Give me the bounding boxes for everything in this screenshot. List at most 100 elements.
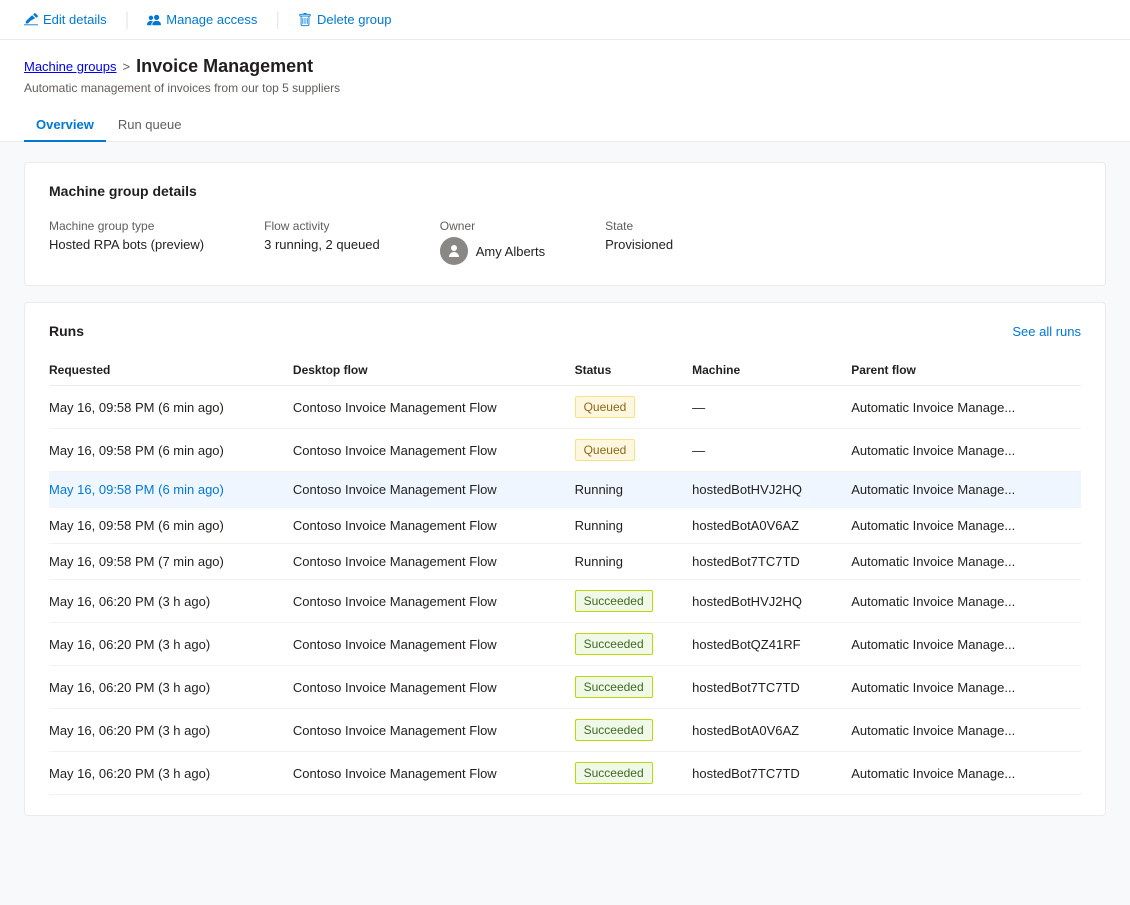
cell-parent-flow: Automatic Invoice Manage...: [851, 472, 1081, 508]
cell-status: Queued: [575, 386, 693, 429]
detail-owner: Owner Amy Alberts: [440, 219, 545, 265]
cell-status: Succeeded: [575, 709, 693, 752]
delete-group-label: Delete group: [317, 12, 391, 27]
table-row[interactable]: May 16, 09:58 PM (6 min ago)Contoso Invo…: [49, 386, 1081, 429]
cell-requested: May 16, 09:58 PM (6 min ago): [49, 429, 293, 472]
cell-status: Running: [575, 544, 693, 580]
cell-desktop-flow: Contoso Invoice Management Flow: [293, 752, 575, 795]
status-badge: Succeeded: [575, 676, 653, 698]
edit-details-button[interactable]: Edit details: [16, 8, 115, 31]
cell-desktop-flow: Contoso Invoice Management Flow: [293, 666, 575, 709]
table-row[interactable]: May 16, 06:20 PM (3 h ago)Contoso Invoic…: [49, 666, 1081, 709]
cell-requested: May 16, 06:20 PM (3 h ago): [49, 709, 293, 752]
cell-machine: hostedBotHVJ2HQ: [692, 472, 851, 508]
breadcrumb-current: Invoice Management: [136, 56, 313, 77]
cell-desktop-flow: Contoso Invoice Management Flow: [293, 386, 575, 429]
cell-status: Queued: [575, 429, 693, 472]
table-row[interactable]: May 16, 09:58 PM (7 min ago)Contoso Invo…: [49, 544, 1081, 580]
cell-parent-flow: Automatic Invoice Manage...: [851, 709, 1081, 752]
cell-requested: May 16, 09:58 PM (6 min ago): [49, 386, 293, 429]
table-row[interactable]: May 16, 09:58 PM (6 min ago) Contoso Invo…: [49, 472, 1081, 508]
cell-machine: hostedBotA0V6AZ: [692, 709, 851, 752]
cell-machine: —: [692, 429, 851, 472]
cell-requested: May 16, 06:20 PM (3 h ago): [49, 666, 293, 709]
details-card-title: Machine group details: [49, 183, 1081, 199]
status-badge: Succeeded: [575, 762, 653, 784]
delete-icon: [298, 13, 312, 27]
avatar-icon: [446, 243, 462, 259]
col-header-status: Status: [575, 355, 693, 386]
runs-table: Requested Desktop flow Status Machine Pa…: [49, 355, 1081, 795]
cell-machine: hostedBot7TC7TD: [692, 544, 851, 580]
cell-status: Succeeded: [575, 666, 693, 709]
cell-parent-flow: Automatic Invoice Manage...: [851, 666, 1081, 709]
cell-requested: May 16, 06:20 PM (3 h ago): [49, 580, 293, 623]
status-badge: Queued: [575, 439, 636, 461]
separator-1: |: [125, 9, 130, 30]
status-text: Running: [575, 482, 623, 497]
cell-status: Succeeded: [575, 623, 693, 666]
separator-2: |: [275, 9, 280, 30]
table-row[interactable]: May 16, 06:20 PM (3 h ago)Contoso Invoic…: [49, 709, 1081, 752]
tabs: Overview Run queue: [0, 109, 1130, 142]
state-label: State: [605, 219, 673, 233]
table-row[interactable]: May 16, 06:20 PM (3 h ago)Contoso Invoic…: [49, 752, 1081, 795]
breadcrumb-parent-link[interactable]: Machine groups: [24, 59, 117, 74]
runs-title: Runs: [49, 323, 84, 339]
type-label: Machine group type: [49, 219, 204, 233]
col-header-machine: Machine: [692, 355, 851, 386]
machine-group-details-card: Machine group details Machine group type…: [24, 162, 1106, 286]
edit-icon: [24, 13, 38, 27]
status-badge: Succeeded: [575, 633, 653, 655]
cell-machine: hostedBotHVJ2HQ: [692, 580, 851, 623]
detail-type: Machine group type Hosted RPA bots (prev…: [49, 219, 204, 252]
see-all-runs-link[interactable]: See all runs: [1012, 324, 1081, 339]
breadcrumb: Machine groups > Invoice Management: [24, 56, 1106, 77]
delete-group-button[interactable]: Delete group: [290, 8, 399, 31]
owner-label: Owner: [440, 219, 545, 233]
cell-requested: May 16, 06:20 PM (3 h ago): [49, 752, 293, 795]
manage-access-icon: [147, 13, 161, 27]
cell-machine: hostedBot7TC7TD: [692, 666, 851, 709]
cell-desktop-flow: Contoso Invoice Management Flow: [293, 429, 575, 472]
cell-requested: May 16, 06:20 PM (3 h ago): [49, 623, 293, 666]
requested-link[interactable]: May 16, 09:58 PM (6 min ago): [49, 482, 224, 497]
runs-card: Runs See all runs Requested Desktop flow…: [24, 302, 1106, 816]
breadcrumb-separator: >: [123, 59, 131, 74]
table-row[interactable]: May 16, 09:58 PM (6 min ago)Contoso Invo…: [49, 508, 1081, 544]
runs-header: Runs See all runs: [49, 323, 1081, 339]
cell-machine: hostedBot7TC7TD: [692, 752, 851, 795]
table-row[interactable]: May 16, 06:20 PM (3 h ago)Contoso Invoic…: [49, 580, 1081, 623]
state-value: Provisioned: [605, 237, 673, 252]
manage-access-label: Manage access: [166, 12, 257, 27]
cell-machine: —: [692, 386, 851, 429]
cell-status: Running: [575, 508, 693, 544]
status-badge: Succeeded: [575, 590, 653, 612]
details-row: Machine group type Hosted RPA bots (prev…: [49, 219, 1081, 265]
page-subtitle: Automatic management of invoices from ou…: [24, 81, 1106, 95]
cell-requested: May 16, 09:58 PM (7 min ago): [49, 544, 293, 580]
table-row[interactable]: May 16, 09:58 PM (6 min ago)Contoso Invo…: [49, 429, 1081, 472]
table-row[interactable]: May 16, 06:20 PM (3 h ago)Contoso Invoic…: [49, 623, 1081, 666]
col-header-requested: Requested: [49, 355, 293, 386]
cell-requested[interactable]: May 16, 09:58 PM (6 min ago): [49, 472, 293, 508]
cell-parent-flow: Automatic Invoice Manage...: [851, 752, 1081, 795]
detail-state: State Provisioned: [605, 219, 673, 252]
cell-machine: hostedBotQZ41RF: [692, 623, 851, 666]
cell-desktop-flow: Contoso Invoice Management Flow: [293, 544, 575, 580]
manage-access-button[interactable]: Manage access: [139, 8, 265, 31]
flow-value: 3 running, 2 queued: [264, 237, 380, 252]
detail-flow-activity: Flow activity 3 running, 2 queued: [264, 219, 380, 252]
owner-row: Amy Alberts: [440, 237, 545, 265]
status-text: Running: [575, 518, 623, 533]
cell-desktop-flow: Contoso Invoice Management Flow: [293, 623, 575, 666]
cell-desktop-flow: Contoso Invoice Management Flow: [293, 472, 575, 508]
cell-parent-flow: Automatic Invoice Manage...: [851, 580, 1081, 623]
owner-value: Amy Alberts: [476, 244, 545, 259]
type-value: Hosted RPA bots (preview): [49, 237, 204, 252]
cell-desktop-flow: Contoso Invoice Management Flow: [293, 709, 575, 752]
cell-status: Succeeded: [575, 580, 693, 623]
tab-overview[interactable]: Overview: [24, 109, 106, 142]
cell-parent-flow: Automatic Invoice Manage...: [851, 508, 1081, 544]
tab-run-queue[interactable]: Run queue: [106, 109, 194, 142]
